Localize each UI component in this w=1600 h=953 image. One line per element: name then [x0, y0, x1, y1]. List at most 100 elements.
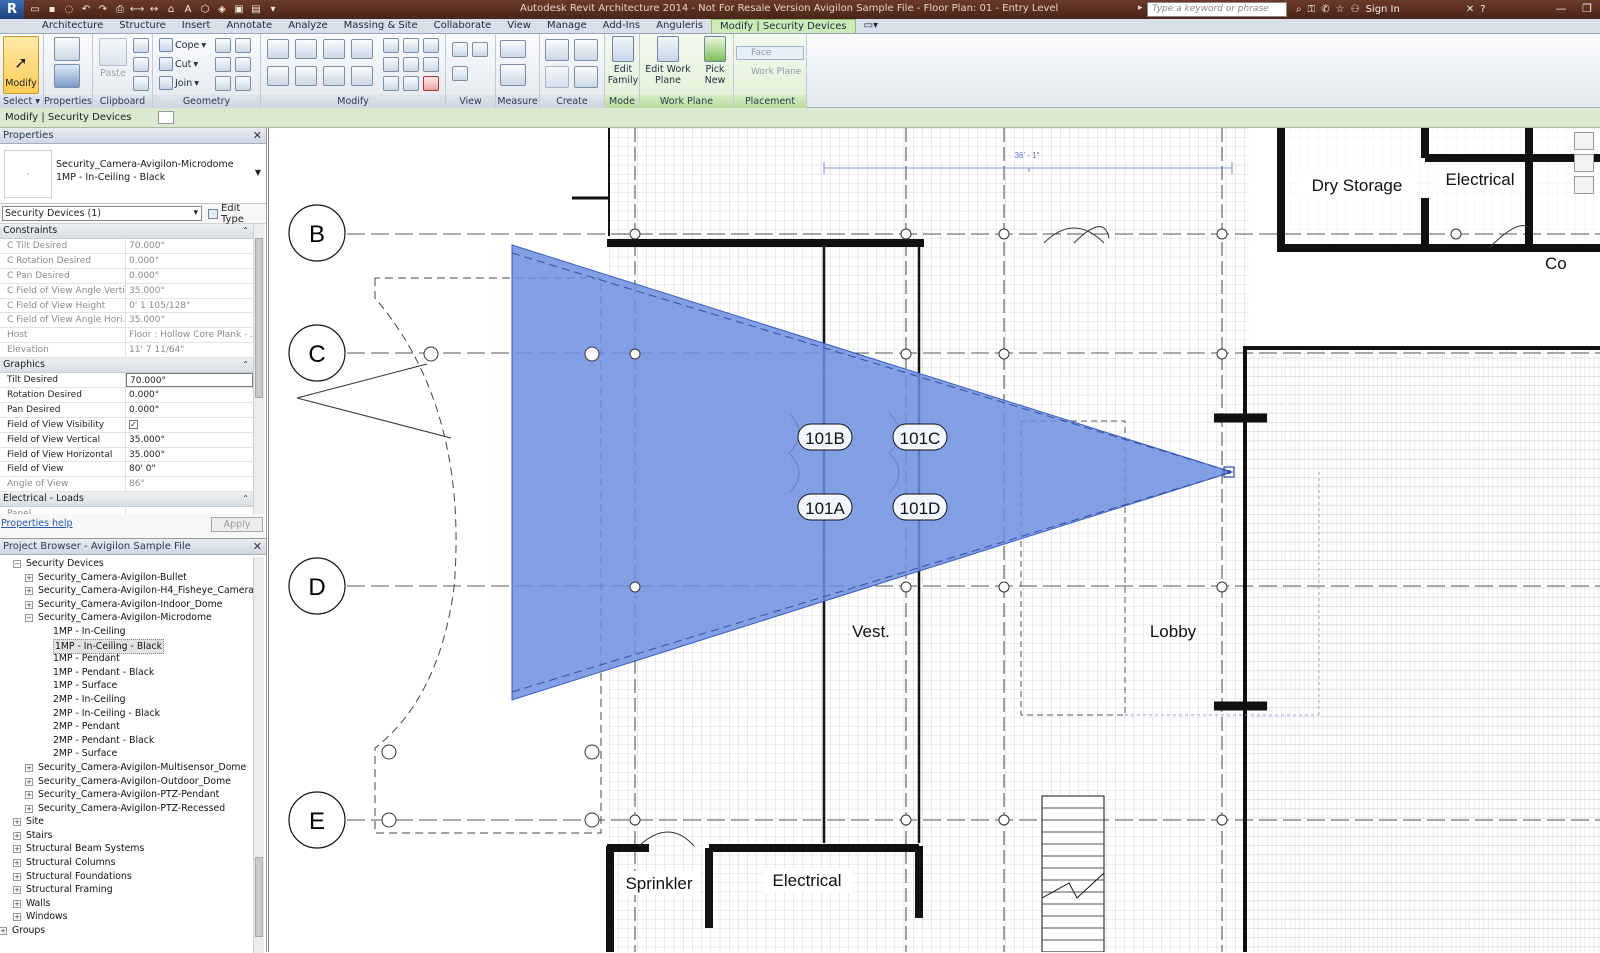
close-icon[interactable]: ✕: [253, 128, 262, 143]
expand-icon[interactable]: +: [13, 886, 21, 895]
property-value[interactable]: 0.000°: [126, 388, 253, 402]
redo-icon[interactable]: ↷: [96, 3, 110, 17]
property-group-header[interactable]: Graphics ⌃: [0, 358, 253, 374]
edit-type-button[interactable]: Edit Type: [208, 203, 266, 225]
pick-new-button[interactable]: Pick New: [700, 36, 730, 86]
trim-single-icon[interactable]: [383, 76, 399, 91]
expand-icon[interactable]: +: [13, 845, 21, 854]
full-navigation-wheel-icon[interactable]: [1574, 132, 1594, 150]
cope-button[interactable]: Cope ▾: [159, 38, 206, 52]
checkbox[interactable]: ✓: [129, 419, 138, 429]
unpin-icon[interactable]: [423, 38, 439, 53]
rotate-icon[interactable]: [323, 66, 345, 86]
open-icon[interactable]: ▭: [28, 3, 42, 17]
scrollbar-thumb[interactable]: [255, 238, 263, 398]
sync-icon[interactable]: ◌: [62, 3, 76, 17]
tab-structure[interactable]: Structure: [111, 19, 174, 33]
collapse-icon[interactable]: −: [25, 614, 33, 623]
stair[interactable]: [1041, 795, 1105, 952]
cut-icon[interactable]: [133, 38, 149, 53]
tree-node[interactable]: − Security_Camera-Avigilon-Microdome: [0, 611, 255, 625]
options-dropdown[interactable]: [157, 111, 174, 124]
expand-icon[interactable]: +: [25, 573, 33, 582]
tree-node[interactable]: + Structural Beam Systems: [0, 842, 255, 856]
tag-icon[interactable]: ⌂: [164, 3, 178, 17]
select-dropdown[interactable]: Select ▾: [0, 95, 43, 108]
qat-dropdown-icon[interactable]: ▾: [266, 3, 280, 17]
tree-node[interactable]: 2MP - Pendant: [0, 720, 255, 734]
cut-geometry-button[interactable]: Cut ▾: [159, 57, 198, 71]
work-plane-button[interactable]: Work Plane: [736, 65, 804, 79]
tree-node[interactable]: + Structural Columns: [0, 856, 255, 870]
split-icon[interactable]: [383, 38, 399, 53]
property-value[interactable]: 35.000°: [126, 433, 253, 447]
tree-node[interactable]: + Structural Framing: [0, 883, 255, 897]
tab-modify-security-devices[interactable]: Modify | Security Devices: [711, 19, 856, 33]
scrollbar-thumb[interactable]: [255, 857, 263, 937]
create-parts-icon[interactable]: [574, 39, 598, 61]
wall-joins-icon[interactable]: [215, 38, 231, 53]
help-icon[interactable]: ?: [1480, 4, 1485, 15]
undo-icon[interactable]: ↶: [79, 3, 93, 17]
remove-paint-icon[interactable]: [215, 76, 231, 91]
apply-button[interactable]: Apply: [211, 517, 263, 532]
copy-icon[interactable]: [133, 57, 149, 72]
room-label-dry-storage[interactable]: Dry Storage: [1312, 176, 1403, 195]
grid-bubble-e[interactable]: E: [288, 791, 346, 849]
tree-node[interactable]: + Security_Camera-Avigilon-PTZ-Recessed: [0, 802, 255, 816]
tree-node[interactable]: + Walls: [0, 897, 255, 911]
hide-in-view-icon[interactable]: [452, 42, 468, 57]
property-group-header[interactable]: Electrical - Loads ⌃: [0, 492, 253, 508]
tree-node[interactable]: 2MP - In-Ceiling - Black: [0, 707, 255, 721]
match-properties-icon[interactable]: [133, 76, 149, 91]
pin-icon[interactable]: [423, 57, 439, 72]
aligned-dimension-icon[interactable]: [500, 64, 526, 86]
ribbon-display-toggle[interactable]: ▭▾: [856, 19, 886, 33]
properties-palette-icon[interactable]: [54, 64, 80, 88]
tree-node[interactable]: + Windows: [0, 910, 255, 924]
room-label-electrical-lower[interactable]: Electrical: [773, 871, 842, 890]
tab-analyze[interactable]: Analyze: [280, 19, 335, 33]
mirror-draw-icon[interactable]: [351, 39, 373, 59]
copy-element-icon[interactable]: [295, 66, 317, 86]
property-value[interactable]: 70.000°: [126, 373, 253, 388]
view-options-icon[interactable]: [1574, 176, 1594, 194]
join-button[interactable]: Join ▾: [159, 76, 199, 90]
subscription-icon[interactable]: ⚿: [1308, 4, 1316, 15]
maximize-icon[interactable]: ❐: [1574, 0, 1600, 17]
door-tag-101b[interactable]: 101B: [797, 423, 853, 451]
binoculars-icon[interactable]: ⌕: [1296, 4, 1302, 15]
instance-filter-select[interactable]: Security Devices (1): [2, 206, 203, 221]
grid-bubble-d[interactable]: D: [288, 557, 346, 615]
tree-node[interactable]: 2MP - In-Ceiling: [0, 693, 255, 707]
create-group-icon[interactable]: [545, 66, 569, 88]
collapse-icon[interactable]: ⌃: [242, 492, 249, 506]
room-label-sprinkler[interactable]: Sprinkler: [625, 874, 692, 893]
expand-icon[interactable]: +: [13, 818, 21, 827]
property-value[interactable]: 35.000°: [126, 448, 253, 462]
tab-architecture[interactable]: Architecture: [34, 19, 111, 33]
floor-plan-view[interactable]: B C D E 36' - 1" 101B 101C 101A 101D Dry…: [269, 128, 1600, 952]
close-icon[interactable]: ✕: [253, 539, 262, 554]
tree-node[interactable]: 1MP - Pendant: [0, 652, 255, 666]
modify-button[interactable]: ➚ Modify: [3, 36, 39, 94]
tree-node[interactable]: + Security_Camera-Avigilon-Outdoor_Dome: [0, 775, 255, 789]
switch-windows-icon[interactable]: ▤: [249, 3, 263, 17]
tree-node[interactable]: + Security_Camera-Avigilon-H4_Fisheye_Cam…: [0, 584, 255, 598]
demolish-icon[interactable]: [235, 57, 251, 72]
split-gap-icon[interactable]: [403, 38, 419, 53]
collapse-icon[interactable]: ⌃: [242, 224, 249, 238]
communication-icon[interactable]: ✆: [1321, 4, 1329, 15]
chevron-down-icon[interactable]: ▼: [255, 168, 261, 177]
mirror-axis-icon[interactable]: [323, 39, 345, 59]
create-similar-icon[interactable]: [574, 66, 598, 88]
tree-node[interactable]: + Site: [0, 815, 255, 829]
section-icon[interactable]: ◈: [215, 3, 229, 17]
expand-icon[interactable]: +: [13, 831, 21, 840]
array-icon[interactable]: [383, 57, 399, 72]
edit-work-plane-button[interactable]: Edit Work Plane: [642, 36, 694, 86]
tree-node[interactable]: 1MP - Surface: [0, 679, 255, 693]
trim-extend-icon[interactable]: [351, 66, 373, 86]
move-icon[interactable]: [267, 66, 289, 86]
grid-bubble-b[interactable]: B: [288, 204, 346, 262]
